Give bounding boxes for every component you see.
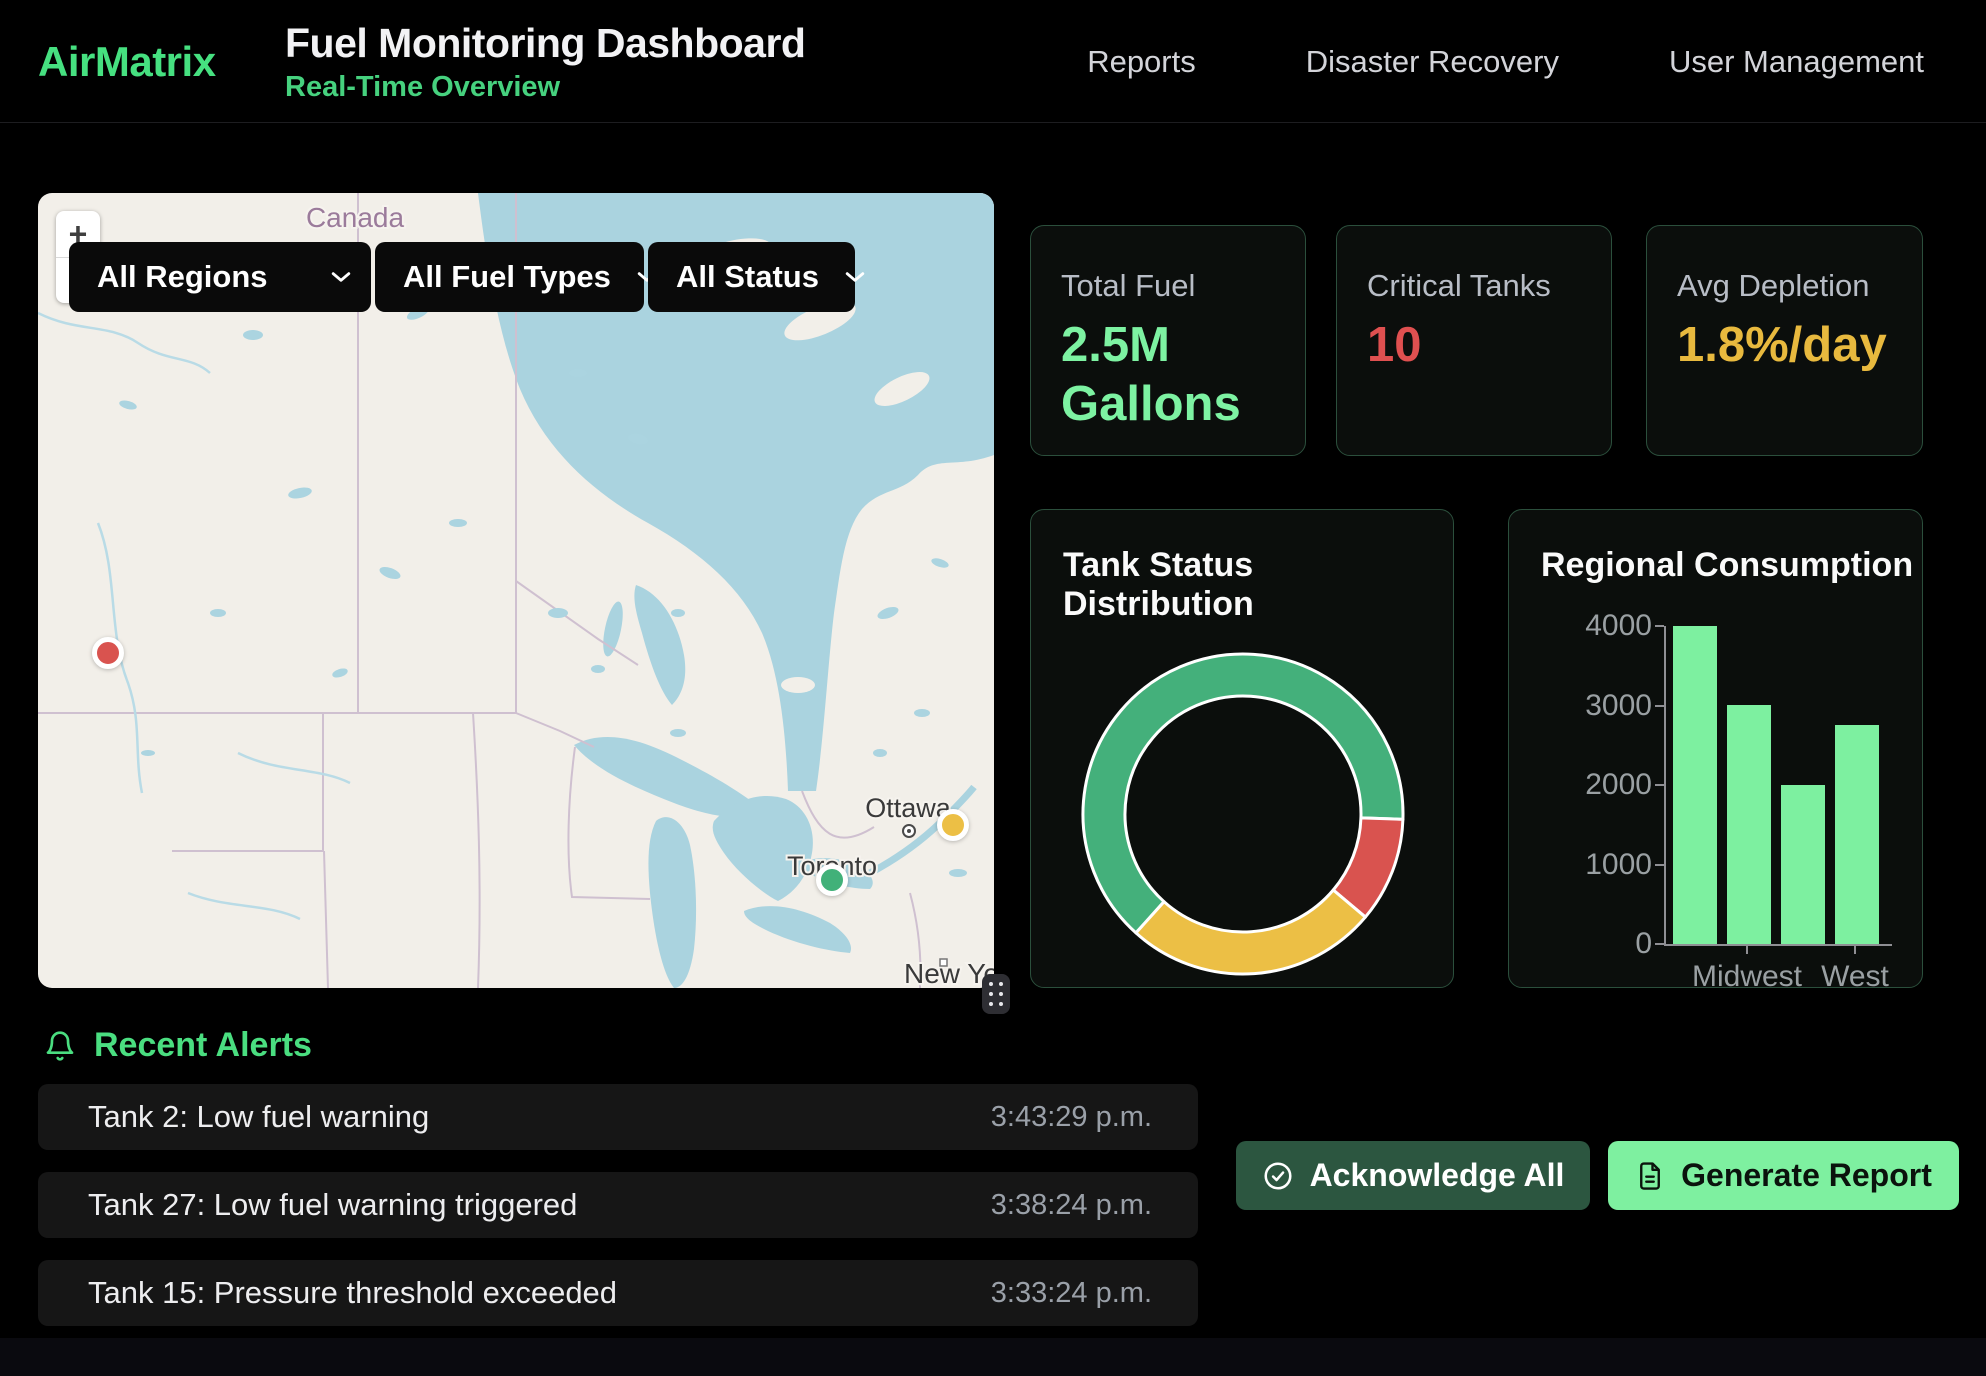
donut-chart-title: Tank Status Distribution <box>1063 546 1453 624</box>
bell-icon <box>44 1028 76 1064</box>
stat-label: Total Fuel <box>1061 268 1275 304</box>
y-tick-label: 0 <box>1557 927 1652 961</box>
stat-card-avg-depletion: Avg Depletion 1.8%/day <box>1646 225 1923 456</box>
nav-reports[interactable]: Reports <box>1087 44 1196 80</box>
donut-segment-2[interactable] <box>1136 890 1365 974</box>
nav-user-management[interactable]: User Management <box>1669 44 1924 80</box>
lake-winnipeg <box>634 585 685 705</box>
stat-value-critical-tanks: 10 <box>1367 316 1585 375</box>
region-filter-dropdown[interactable]: All Regions <box>69 242 371 312</box>
stat-value-avg-depletion: 1.8%/day <box>1677 316 1895 375</box>
lake-michigan <box>648 817 696 988</box>
nav-disaster-recovery[interactable]: Disaster Recovery <box>1306 44 1559 80</box>
y-tick-mark <box>1655 864 1664 866</box>
stat-card-total-fuel: Total Fuel 2.5M Gallons <box>1030 225 1306 456</box>
regional-consumption-card: Regional Consumption 0 1000 2000 3000 4000 M… <box>1508 509 1923 988</box>
alert-text: Tank 2: Low fuel warning <box>88 1099 429 1135</box>
y-tick-mark <box>1655 625 1664 627</box>
generate-report-label: Generate Report <box>1681 1157 1932 1194</box>
island <box>781 677 815 693</box>
x-tick-label-midwest: Midwest <box>1692 960 1802 988</box>
fuel-type-filter-value: All Fuel Types <box>403 259 611 295</box>
y-tick-label: 1000 <box>1557 848 1652 882</box>
window-bottom-strip <box>0 1338 1986 1376</box>
chevron-down-icon <box>331 271 351 283</box>
bar-region-0[interactable] <box>1673 626 1717 944</box>
title-block: Fuel Monitoring Dashboard Real-Time Over… <box>285 0 805 123</box>
alert-text: Tank 27: Low fuel warning triggered <box>88 1187 577 1223</box>
regional-consumption-bar-chart <box>1664 626 1889 944</box>
brand-logo: AirMatrix <box>38 0 216 123</box>
generate-report-button[interactable]: Generate Report <box>1608 1141 1959 1210</box>
acknowledge-all-button[interactable]: Acknowledge All <box>1236 1141 1590 1210</box>
x-axis-line <box>1664 944 1892 946</box>
fuel-map[interactable]: Canada Ottawa Toronto New York + All Reg… <box>38 193 994 988</box>
alert-row[interactable]: Tank 27: Low fuel warning triggered 3:38… <box>38 1172 1198 1238</box>
stat-card-critical-tanks: Critical Tanks 10 <box>1336 225 1612 456</box>
header: AirMatrix Fuel Monitoring Dashboard Real… <box>0 0 1986 123</box>
bar-Midwest[interactable] <box>1727 705 1771 944</box>
alert-row[interactable]: Tank 2: Low fuel warning 3:43:29 p.m. <box>38 1084 1198 1150</box>
status-filter-dropdown[interactable]: All Status <box>648 242 855 312</box>
main-nav: Reports Disaster Recovery User Managemen… <box>1087 0 1924 123</box>
alert-timestamp: 3:33:24 p.m. <box>991 1277 1152 1310</box>
rivers <box>38 313 350 919</box>
dashboard-root: AirMatrix Fuel Monitoring Dashboard Real… <box>0 0 1986 1376</box>
label-canada: Canada <box>306 202 405 233</box>
bar-West[interactable] <box>1835 725 1879 944</box>
map-filters: All Regions All Fuel Types All Status <box>69 242 855 312</box>
tank-status-card: Tank Status Distribution <box>1030 509 1454 988</box>
tank-marker-warning[interactable] <box>937 809 969 841</box>
label-new-york: New York <box>904 958 994 988</box>
y-tick-mark <box>1655 705 1664 707</box>
stat-value-total-fuel: 2.5M Gallons <box>1061 316 1279 434</box>
y-tick-mark <box>1655 943 1664 945</box>
alerts-header: Recent Alerts <box>44 1026 312 1065</box>
acknowledge-all-label: Acknowledge All <box>1310 1157 1565 1194</box>
y-tick-mark <box>1655 784 1664 786</box>
y-tick-label: 3000 <box>1557 689 1652 723</box>
status-filter-value: All Status <box>676 259 819 295</box>
lake-huron <box>713 796 813 901</box>
bar-region-2[interactable] <box>1781 785 1825 944</box>
alert-timestamp: 3:43:29 p.m. <box>991 1101 1152 1134</box>
alert-text: Tank 15: Pressure threshold exceeded <box>88 1275 617 1311</box>
stat-label: Critical Tanks <box>1367 268 1581 304</box>
basemap: Canada Ottawa Toronto New York <box>38 193 994 988</box>
stat-label: Avg Depletion <box>1677 268 1892 304</box>
lake-erie <box>744 906 851 953</box>
check-circle-icon <box>1262 1160 1294 1192</box>
y-tick-label: 4000 <box>1557 609 1652 643</box>
fuel-type-filter-dropdown[interactable]: All Fuel Types <box>375 242 644 312</box>
chevron-down-icon <box>845 271 865 283</box>
document-icon <box>1635 1160 1665 1192</box>
x-tick-mark <box>1746 946 1748 954</box>
page-title: Fuel Monitoring Dashboard <box>285 20 805 67</box>
bar-chart-title: Regional Consumption <box>1541 546 1913 585</box>
page-subtitle: Real-Time Overview <box>285 71 805 104</box>
region-filter-value: All Regions <box>97 259 268 295</box>
x-tick-mark <box>1854 946 1856 954</box>
tank-marker-critical[interactable] <box>92 637 124 669</box>
map-resize-handle[interactable] <box>982 974 1010 1014</box>
alert-timestamp: 3:38:24 p.m. <box>991 1189 1152 1222</box>
y-tick-label: 2000 <box>1557 768 1652 802</box>
alert-row[interactable]: Tank 15: Pressure threshold exceeded 3:3… <box>38 1260 1198 1326</box>
alerts-title: Recent Alerts <box>94 1026 312 1065</box>
x-tick-label-west: West <box>1821 960 1889 988</box>
tank-marker-normal[interactable] <box>816 864 848 896</box>
